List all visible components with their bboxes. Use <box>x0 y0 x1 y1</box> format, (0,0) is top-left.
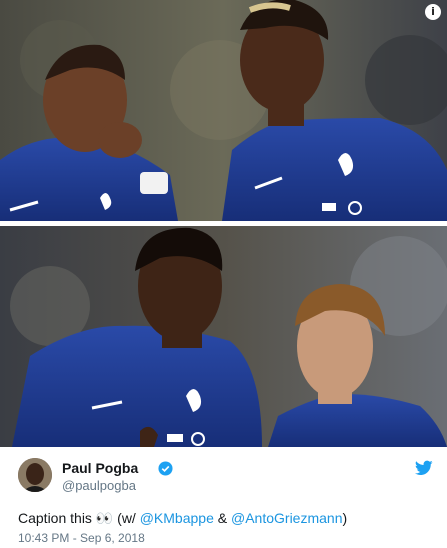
mention-kmbappe-link[interactable]: @KMbappe <box>140 510 214 526</box>
mention-antogriezmann-link[interactable]: @AntoGriezmann <box>231 510 342 526</box>
tweet-text-with: (w/ <box>113 510 140 526</box>
author-name[interactable]: Paul Pogba <box>62 460 138 476</box>
tweet-photo-bottom[interactable] <box>0 226 447 447</box>
tweet-text-prefix: Caption this <box>18 510 96 526</box>
tweet-photo-top[interactable]: i <box>0 0 447 221</box>
twitter-bird-icon[interactable] <box>415 460 433 476</box>
author-handle[interactable]: @paulpogba <box>62 478 136 493</box>
eyes-emoji: 👀 <box>95 510 114 526</box>
tweet-text-and: & <box>213 510 231 526</box>
tweet-header: Paul Pogba @paulpogba <box>18 458 433 498</box>
tweet-text-close: ) <box>342 510 348 526</box>
tweet-text: Caption this 👀 (w/ @KMbappe & @AntoGriez… <box>18 510 347 527</box>
info-icon[interactable]: i <box>425 4 441 20</box>
verified-badge-icon <box>158 461 173 476</box>
avatar[interactable] <box>18 458 52 492</box>
tweet-timestamp[interactable]: 10:43 PM - Sep 6, 2018 <box>18 531 145 545</box>
